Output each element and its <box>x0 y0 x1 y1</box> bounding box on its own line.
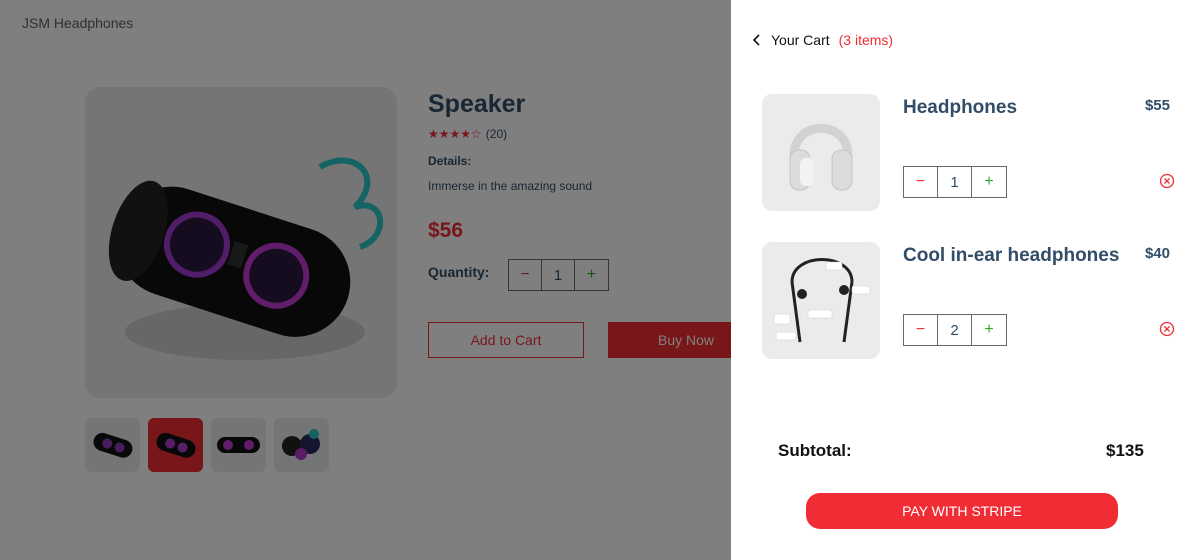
cart-item-name: Cool in-ear headphones <box>903 245 1120 266</box>
cart-item-price: $55 <box>1144 97 1170 114</box>
quantity-value: 2 <box>938 315 972 345</box>
chevron-left-icon[interactable] <box>749 32 765 48</box>
decrease-quantity-button[interactable]: − <box>904 167 938 197</box>
cart-quantity-stepper: − 2 + <box>903 314 1007 346</box>
increase-quantity-button[interactable]: + <box>972 167 1006 197</box>
increase-quantity-button[interactable]: + <box>972 315 1006 345</box>
cart-item-count: (3 items) <box>838 32 894 48</box>
cart-item-price: $40 <box>1144 245 1170 262</box>
cart-heading[interactable]: Your Cart (3 items) <box>749 32 893 48</box>
cart-quantity-stepper: − 1 + <box>903 166 1007 198</box>
cart-panel: Your Cart (3 items) Headphones $55 − 1 + <box>731 0 1200 560</box>
cart-item-image <box>762 242 880 359</box>
quantity-value: 1 <box>938 167 972 197</box>
pay-with-stripe-button[interactable]: PAY WITH STRIPE <box>806 493 1118 529</box>
earphones-image <box>773 258 871 343</box>
cart-item-name: Headphones <box>903 97 1018 118</box>
cart-backdrop-overlay[interactable] <box>0 0 731 560</box>
headphones-image <box>789 123 853 191</box>
cart-title: Your Cart <box>771 32 830 48</box>
subtotal-label: Subtotal: <box>778 441 852 460</box>
cart-item: Headphones $55 − 1 + <box>762 94 1182 212</box>
cart-item-image <box>762 94 880 211</box>
decrease-quantity-button[interactable]: − <box>904 315 938 345</box>
cart-item: Cool in-ear headphones $40 − 2 + <box>762 242 1182 360</box>
remove-item-icon[interactable] <box>1159 321 1175 337</box>
remove-item-icon[interactable] <box>1159 173 1175 189</box>
subtotal-value: $135 <box>1106 441 1144 460</box>
